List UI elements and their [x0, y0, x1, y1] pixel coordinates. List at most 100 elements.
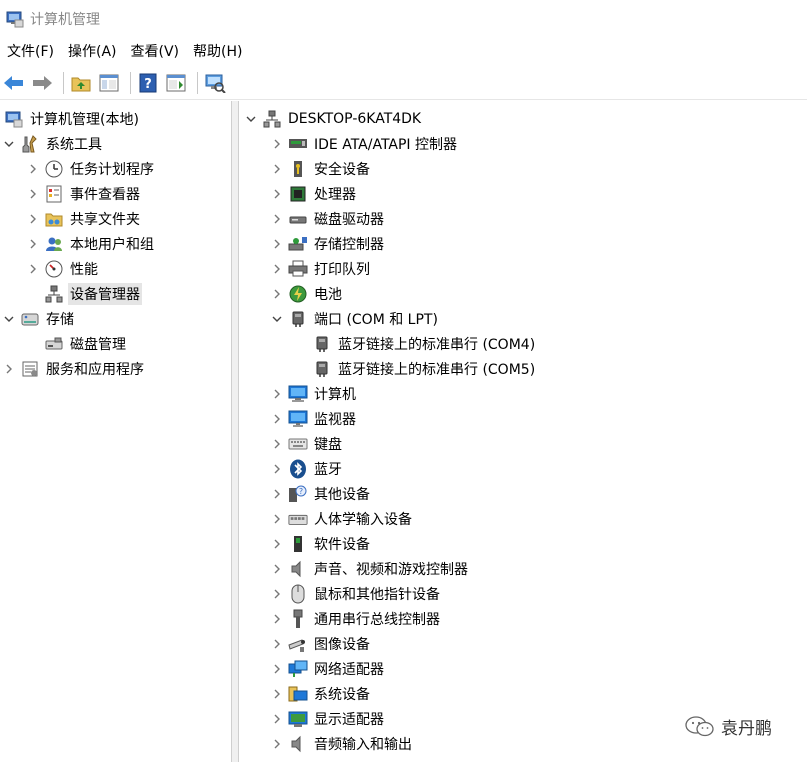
chevron-right-icon[interactable] — [270, 287, 284, 301]
help-icon[interactable]: ? — [136, 71, 160, 95]
console-tree-item[interactable]: 性能 — [26, 256, 100, 281]
tree-item-label: 键盘 — [314, 436, 342, 453]
console-tree-item[interactable]: 服务和应用程序 — [2, 356, 146, 381]
wechat-watermark: 袁丹鹏 — [685, 714, 772, 739]
chevron-right-icon[interactable] — [270, 212, 284, 226]
console-tree-item[interactable]: 系统工具 — [2, 131, 104, 156]
system-device-icon — [288, 684, 308, 704]
chevron-right-icon[interactable] — [270, 587, 284, 601]
menu-view[interactable]: 查看(V) — [124, 39, 187, 65]
display-adapter-icon — [288, 709, 308, 729]
chevron-right-icon[interactable] — [270, 487, 284, 501]
console-tree-item[interactable]: 事件查看器 — [26, 181, 142, 206]
chevron-right-icon[interactable] — [270, 437, 284, 451]
tree-item-label: 声音、视频和游戏控制器 — [314, 561, 468, 578]
tree-item-label: 磁盘驱动器 — [314, 211, 384, 228]
bluetooth-icon — [288, 459, 308, 479]
device-category[interactable]: 系统设备 — [270, 681, 372, 706]
chevron-right-icon[interactable] — [270, 637, 284, 651]
chevron-right-icon[interactable] — [270, 262, 284, 276]
chevron-down-icon[interactable] — [2, 312, 16, 326]
tree-item-label: 计算机管理(本地) — [30, 111, 139, 128]
device-category[interactable]: 键盘 — [270, 431, 344, 456]
tree-item-label: 软件设备 — [314, 536, 370, 553]
chevron-right-icon[interactable] — [270, 687, 284, 701]
chevron-down-icon[interactable] — [270, 312, 284, 326]
menu-file[interactable]: 文件(F) — [0, 39, 61, 65]
device-category[interactable]: 监视器 — [270, 406, 358, 431]
show-hide-console-tree-icon[interactable] — [97, 71, 121, 95]
device-category[interactable]: IDE ATA/ATAPI 控制器 — [270, 131, 459, 156]
chevron-right-icon[interactable] — [270, 537, 284, 551]
port-icon — [288, 309, 308, 329]
console-tree-item[interactable]: 磁盘管理 — [26, 331, 128, 356]
device-category[interactable]: 蓝牙 — [270, 456, 344, 481]
forward-arrow-icon[interactable] — [30, 71, 54, 95]
back-arrow-icon[interactable] — [2, 71, 26, 95]
device-category[interactable]: 磁盘驱动器 — [270, 206, 386, 231]
chevron-right-icon[interactable] — [2, 362, 16, 376]
device-category[interactable]: ? 其他设备 — [270, 481, 372, 506]
toolbar-separator — [197, 71, 198, 94]
chevron-right-icon[interactable] — [270, 562, 284, 576]
menu-action[interactable]: 操作(A) — [61, 39, 124, 65]
chevron-right-icon[interactable] — [270, 237, 284, 251]
device-category[interactable]: 声音、视频和游戏控制器 — [270, 556, 470, 581]
chevron-right-icon[interactable] — [270, 612, 284, 626]
device-category[interactable]: 安全设备 — [270, 156, 372, 181]
tree-item-label: 系统工具 — [46, 136, 102, 153]
chevron-right-icon[interactable] — [26, 162, 40, 176]
chevron-right-icon[interactable] — [270, 137, 284, 151]
keyboard-icon — [288, 434, 308, 454]
device-category[interactable]: 存储控制器 — [270, 231, 386, 256]
chevron-down-icon[interactable] — [244, 112, 258, 126]
chevron-right-icon[interactable] — [270, 462, 284, 476]
chevron-right-icon[interactable] — [270, 387, 284, 401]
device-category[interactable]: 鼠标和其他指针设备 — [270, 581, 442, 606]
device-category[interactable]: 显示适配器 — [270, 706, 386, 731]
chevron-right-icon[interactable] — [26, 212, 40, 226]
console-tree-item[interactable]: 计算机管理(本地) — [0, 106, 141, 131]
device-category[interactable]: 处理器 — [270, 181, 358, 206]
device-category[interactable]: 打印队列 — [270, 256, 372, 281]
tree-item-label: 存储 — [46, 311, 74, 328]
chevron-right-icon[interactable] — [270, 512, 284, 526]
chevron-right-icon[interactable] — [26, 262, 40, 276]
chevron-right-icon[interactable] — [270, 162, 284, 176]
device-category[interactable]: 电池 — [270, 281, 344, 306]
device-category[interactable]: 通用串行总线控制器 — [270, 606, 442, 631]
chevron-down-icon[interactable] — [2, 137, 16, 151]
device-category[interactable]: 图像设备 — [270, 631, 372, 656]
console-tree-item[interactable]: 存储 — [2, 306, 76, 331]
console-tree-item[interactable]: 本地用户和组 — [26, 231, 156, 256]
console-tree-item[interactable]: 共享文件夹 — [26, 206, 142, 231]
console-tree-item[interactable]: 设备管理器 — [26, 281, 142, 306]
device-manager-icon — [44, 284, 64, 304]
device-tree-root[interactable]: DESKTOP-6KAT4DK — [244, 106, 423, 131]
device-category[interactable]: 网络适配器 — [270, 656, 386, 681]
menu-help[interactable]: 帮助(H) — [186, 39, 249, 65]
chevron-right-icon[interactable] — [270, 662, 284, 676]
console-tree-item[interactable]: 任务计划程序 — [26, 156, 156, 181]
up-folder-icon[interactable] — [69, 71, 93, 95]
device-category[interactable]: 软件设备 — [270, 531, 372, 556]
toolbar-separator — [63, 71, 64, 94]
show-hide-action-pane-icon[interactable] — [164, 71, 188, 95]
device-item[interactable]: 蓝牙链接上的标准串行 (COM5) — [294, 356, 537, 381]
chevron-right-icon[interactable] — [26, 237, 40, 251]
computer-root-icon — [262, 109, 282, 129]
scan-hardware-icon[interactable] — [203, 71, 227, 95]
chevron-placeholder — [294, 337, 308, 351]
device-category[interactable]: 计算机 — [270, 381, 358, 406]
pane-splitter[interactable] — [232, 101, 239, 762]
device-category[interactable]: 人体学输入设备 — [270, 506, 414, 531]
device-category[interactable]: 端口 (COM 和 LPT) — [270, 306, 440, 331]
chevron-right-icon[interactable] — [26, 187, 40, 201]
chevron-right-icon[interactable] — [270, 712, 284, 726]
device-item[interactable]: 蓝牙链接上的标准串行 (COM4) — [294, 331, 537, 356]
device-category[interactable]: 音频输入和输出 — [270, 731, 414, 756]
chevron-right-icon[interactable] — [270, 187, 284, 201]
chevron-right-icon[interactable] — [270, 737, 284, 751]
chevron-right-icon[interactable] — [270, 412, 284, 426]
tree-item-label: 人体学输入设备 — [314, 511, 412, 528]
